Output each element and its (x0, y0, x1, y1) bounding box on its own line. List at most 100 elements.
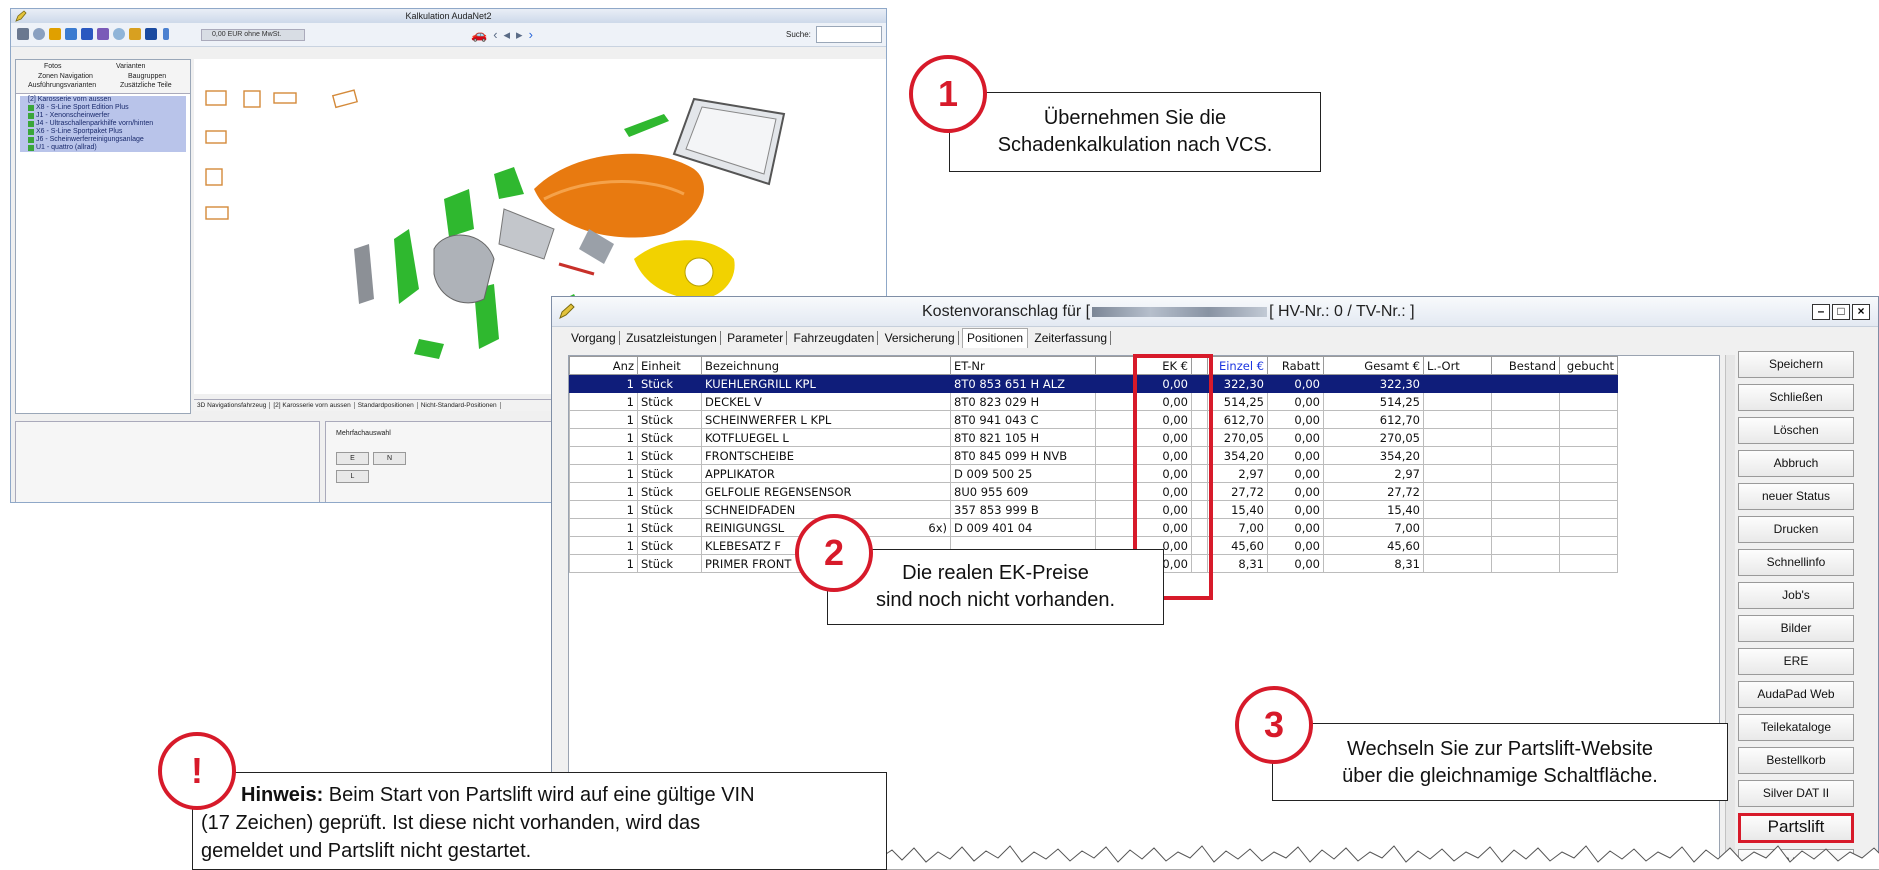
tools-icon[interactable] (65, 28, 77, 40)
tab-vorgang[interactable]: Vorgang (568, 331, 620, 345)
checkbox-icon[interactable] (28, 105, 34, 111)
tab-nicht-standard[interactable]: Nicht-Standard-Positionen (417, 402, 501, 409)
col-header-einheit[interactable]: Einheit (637, 356, 702, 375)
cube-icon[interactable] (145, 28, 157, 40)
table-row[interactable]: 1 Stück REINIGUNGSL 6x) D 009 401 04 0,00 7,00… (569, 518, 1618, 537)
cell-blank (1423, 482, 1492, 501)
multi-button-e[interactable]: E (336, 452, 369, 465)
button-partslift[interactable]: Partslift (1738, 813, 1854, 843)
tab-positionen[interactable]: Positionen (961, 328, 1029, 348)
checkbox-icon[interactable] (28, 129, 34, 135)
multi-button-l[interactable]: L (336, 470, 369, 483)
tab-standardpositionen[interactable]: Standardpositionen (354, 402, 418, 409)
tab-parameter[interactable]: Parameter (724, 331, 788, 345)
button-audapad-web[interactable]: AudaPad Web (1738, 681, 1854, 708)
table-row[interactable]: 1 Stück SCHEINWERFER L KPL 8T0 941 043 C 0,0… (569, 410, 1618, 429)
checkbox-icon[interactable] (28, 145, 34, 151)
tab-zusatzleistungen[interactable]: Zusatzleistungen (623, 331, 721, 345)
button-drucken[interactable]: Drucken (1738, 516, 1854, 543)
cell-rabatt: 0,00 (1267, 374, 1324, 393)
cell-blank (1095, 428, 1134, 447)
tab-3d-navigation[interactable]: 3D Navigationsfahrzeug (194, 402, 271, 409)
button-abbruch[interactable]: Abbruch (1738, 450, 1854, 477)
table-row[interactable]: 1 Stück KOTFLUEGEL L 8T0 821 105 H 0,00 270,0… (569, 428, 1618, 447)
tree-node[interactable]: J1 - Xenonscheinwerfer (20, 112, 186, 120)
col-header-gebucht[interactable]: gebucht (1559, 356, 1618, 375)
tree-node[interactable]: X8 - S-Line Sport Edition Plus (20, 104, 186, 112)
tab-fahrzeugdaten[interactable]: Fahrzeugdaten (790, 331, 879, 345)
tree-node[interactable]: X6 - S-Line Sportpaket Plus (20, 128, 186, 136)
button-löschen[interactable]: Löschen (1738, 417, 1854, 444)
chart-icon[interactable] (97, 28, 109, 40)
col-header-lort[interactable]: L.-Ort (1423, 356, 1492, 375)
cell-gesamt: 2,97 (1323, 464, 1424, 483)
tab-zusaetzliche-teile[interactable]: Zusätzliche Teile (120, 82, 172, 89)
hint-line1: Beim Start von Partslift wird auf eine g… (323, 784, 755, 806)
tab-versicherung[interactable]: Versicherung (881, 331, 959, 345)
next-arrow-icon[interactable]: › (529, 27, 539, 42)
tab-varianten[interactable]: Varianten (116, 63, 145, 70)
checkbox-icon[interactable] (28, 137, 34, 143)
tab-zonen-navigation[interactable]: Zonen Navigation (38, 73, 93, 80)
tab-zeiterfassung[interactable]: Zeiterfassung (1031, 331, 1112, 345)
tab-karosserie[interactable]: [2] Karosserie vorn aussen (270, 402, 355, 409)
search-input[interactable] (816, 26, 882, 43)
tab-baugruppen[interactable]: Baugruppen (128, 73, 166, 80)
cell-etnr: 8T0 821 105 H (950, 428, 1096, 447)
info-icon[interactable] (163, 28, 169, 40)
tree-node-root[interactable]: [2] Karosserie vorn aussen (20, 96, 186, 104)
car-icon[interactable]: 🚗 (471, 27, 493, 42)
tree-node[interactable]: J4 - Ultraschallenparkhilfe vorn/hinten (20, 120, 186, 128)
eye-icon[interactable] (113, 28, 125, 40)
col-header-anz[interactable]: Anz (569, 356, 638, 375)
button-job-s[interactable]: Job's (1738, 582, 1854, 609)
close-icon[interactable]: × (1852, 304, 1870, 320)
table-row[interactable]: 1 Stück APPLIKATOR D 009 500 25 0,00 2,97 0,00… (569, 464, 1618, 483)
tree-node-label: J4 - Ultraschallenparkhilfe vorn/hinten (36, 120, 154, 127)
button-speichern[interactable]: Speichern (1738, 351, 1854, 378)
button-bestellkorb[interactable]: Bestellkorb (1738, 747, 1854, 774)
callout-3-line1: Wechseln Sie zur Partslift-Website (1346, 738, 1654, 760)
table-row[interactable]: 1 Stück KUEHLERGRILL KPL 8T0 853 651 H ALZ 0… (569, 374, 1618, 393)
col-header-bezeichnung[interactable]: Bezeichnung (701, 356, 951, 375)
audanet-title: Kalkulation AudaNet2 (405, 11, 492, 21)
variant-tree: [2] Karosserie vorn aussen X8 - S-Line S… (16, 94, 190, 154)
button-neuer-status[interactable]: neuer Status (1738, 483, 1854, 510)
cell-einzel: 8,31 (1207, 554, 1268, 573)
cell-einzel: 612,70 (1207, 410, 1268, 429)
maximize-icon[interactable]: □ (1832, 304, 1850, 320)
table-row[interactable]: 1 Stück SCHNEIDFADEN 357 853 999 B 0,00 15,40… (569, 500, 1618, 519)
tree-node[interactable]: U1 - quattro (allrad) (20, 144, 186, 152)
button-schnellinfo[interactable]: Schnellinfo (1738, 549, 1854, 576)
settings-icon[interactable] (33, 28, 45, 40)
checkbox-icon[interactable] (28, 113, 34, 119)
table-row[interactable]: 1 Stück GELFOLIE REGENSENSOR 8U0 955 609 0,0… (569, 482, 1618, 501)
wand-icon[interactable] (129, 28, 141, 40)
part-category-icons[interactable] (205, 89, 359, 220)
table-row[interactable]: 1 Stück DECKEL V 8T0 823 029 H 0,00 514,25 0,0… (569, 392, 1618, 411)
button-silver-dat-ii[interactable]: Silver DAT II (1738, 780, 1854, 807)
col-header-einzel[interactable]: Einzel € (1207, 356, 1268, 375)
variants-panel: Fotos Varianten Zonen Navigation Baugrup… (15, 59, 191, 414)
col-header-gesamt[interactable]: Gesamt € (1323, 356, 1424, 375)
save-icon[interactable] (17, 28, 29, 40)
tab-fotos[interactable]: Fotos (44, 63, 62, 70)
checklist-icon[interactable] (81, 28, 93, 40)
col-header-bestand[interactable]: Bestand (1491, 356, 1560, 375)
col-header-rabatt[interactable]: Rabatt (1267, 356, 1324, 375)
table-row[interactable]: 1 Stück FRONTSCHEIBE 8T0 845 099 H NVB 0,00 3… (569, 446, 1618, 465)
tree-node[interactable]: J6 - Scheinwerferreinigungsanlage (20, 136, 186, 144)
tab-ausfuehrungsvarianten[interactable]: Ausführungsvarianten (28, 82, 96, 89)
navigation-arrows[interactable]: 🚗‹◂▸› (471, 27, 539, 43)
button-ere[interactable]: ERE (1738, 648, 1854, 675)
flag-icon[interactable] (49, 28, 61, 40)
button-schließen[interactable]: Schließen (1738, 384, 1854, 411)
checkbox-icon[interactable] (28, 121, 34, 127)
button-teilekataloge[interactable]: Teilekataloge (1738, 714, 1854, 741)
window-title: Kostenvoranschlag für [[ HV-Nr.: 0 / TV-… (922, 303, 1415, 321)
multi-button-n[interactable]: N (373, 452, 406, 465)
button-bilder[interactable]: Bilder (1738, 615, 1854, 642)
col-header-etnr[interactable]: ET-Nr (950, 356, 1096, 375)
cell-gesamt: 514,25 (1323, 392, 1424, 411)
minimize-icon[interactable]: – (1812, 304, 1830, 320)
